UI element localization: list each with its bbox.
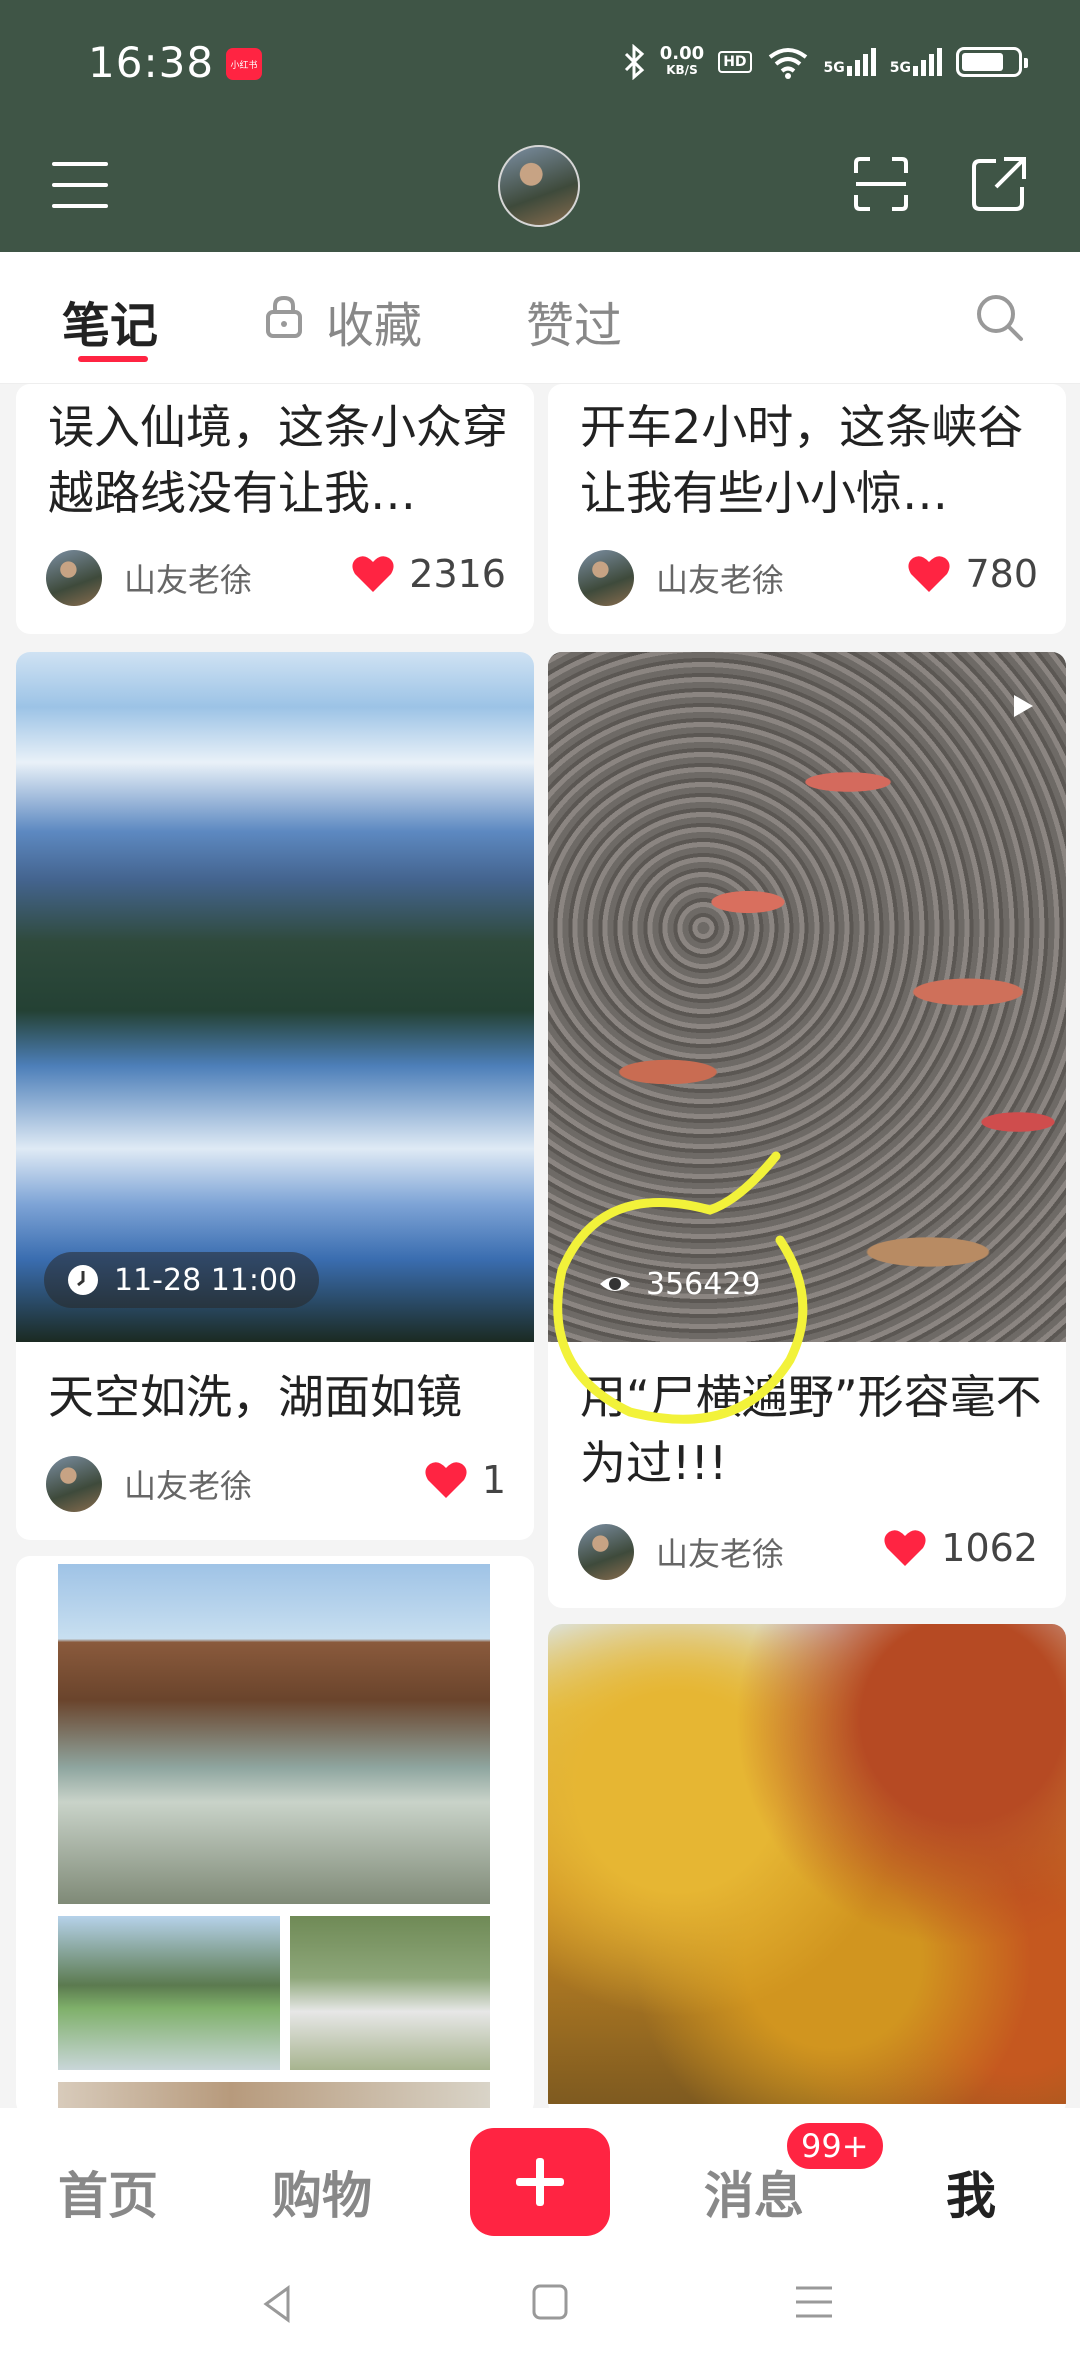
share-icon[interactable] [970,155,1028,213]
note-card[interactable]: 开车2小时，这条峡谷让我有些小小惊… 山友老徐 780 [548,384,1066,634]
recent-apps-icon[interactable] [792,2282,836,2322]
note-author[interactable]: 山友老徐 [46,1456,252,1512]
net-speed-unit: KB/S [666,63,698,77]
note-card[interactable]: 误入仙境，这条小众穿越路线没有让我… 山友老徐 2316 [16,384,534,634]
plus-icon [516,2158,564,2206]
status-bar: 16:38 小红书 0.00 KB/S HD 5G 5G [0,0,1080,130]
author-avatar [578,1524,634,1580]
author-avatar [46,1456,102,1512]
signal-icon-1: 5G [824,48,876,76]
note-author[interactable]: 山友老徐 [46,550,252,606]
view-count: 356429 [646,1266,761,1302]
note-title: 误入仙境，这条小众穿越路线没有让我… [48,400,508,520]
tab-liked[interactable]: 赞过 [526,286,622,356]
like-count: 2316 [409,552,506,596]
app-notification-icon: 小红书 [226,48,262,80]
like-button[interactable]: 1062 [883,1526,1038,1570]
search-icon[interactable] [974,292,1026,344]
heart-icon [425,1462,467,1498]
heart-icon [908,556,951,592]
back-icon[interactable] [256,2282,300,2326]
like-button[interactable]: 780 [907,552,1038,596]
profile-tabs: 笔记 收藏 赞过 [0,252,1080,384]
tab-notes[interactable]: 笔记 [62,286,158,356]
signal-label-1: 5G [823,60,845,76]
top-bar: 16:38 小红书 0.00 KB/S HD 5G 5G [0,0,1080,252]
like-button[interactable]: 2316 [351,552,506,596]
nav-me[interactable]: 我 [946,2156,996,2228]
home-icon[interactable] [530,2282,570,2322]
like-count: 780 [965,552,1038,596]
author-name: 山友老徐 [656,561,785,599]
add-note-button[interactable] [470,2128,610,2236]
note-cover-image [548,652,1066,1342]
note-cover-image [16,652,534,1342]
net-speed: 0.00 KB/S [659,43,705,78]
note-cover-image [548,1624,1066,2104]
post-time: 11-28 11:00 [114,1262,298,1298]
profile-avatar[interactable] [498,145,580,227]
author-avatar [46,550,102,606]
status-time: 16:38 [88,38,215,87]
post-time-pill: 11-28 11:00 [44,1252,320,1308]
like-count: 1062 [941,1526,1038,1570]
nav-messages[interactable]: 消息 [704,2156,804,2228]
note-card[interactable]: 356429 用“尸横遍野”形容毫不为过!!! 山友老徐 1062 [548,652,1066,1608]
bottom-nav: 首页 购物 消息 99+ 我 [0,2108,1080,2258]
status-icons: 0.00 KB/S HD 5G 5G [624,43,1028,80]
note-cover-image [58,1564,490,2116]
author-avatar [578,550,634,606]
hamburger-icon[interactable] [52,162,108,208]
bluetooth-icon [624,44,644,80]
system-nav-bar [0,2258,1080,2376]
lock-icon [266,295,302,338]
author-name: 山友老徐 [124,1467,253,1505]
tab-active-indicator [78,356,148,362]
clock-icon [68,1265,98,1295]
scan-icon[interactable] [852,155,910,213]
hd-icon: HD [718,51,752,73]
wifi-icon [768,48,807,79]
heart-icon [884,1530,926,1566]
nav-home[interactable]: 首页 [58,2156,158,2228]
author-name: 山友老徐 [656,1535,785,1573]
note-card[interactable] [548,1624,1066,2116]
heart-icon [352,556,394,592]
note-title: 天空如洗，湖面如镜 [48,1370,462,1424]
note-title: 开车2小时，这条峡谷让我有些小小惊… [580,400,1024,520]
note-card[interactable]: 11-28 11:00 天空如洗，湖面如镜 山友老徐 1 [16,652,534,1540]
like-count: 1 [481,1458,506,1502]
like-button[interactable]: 1 [424,1458,506,1502]
video-play-icon [1014,695,1033,717]
view-count-pill: 356429 [576,1256,783,1312]
eye-icon [600,1277,630,1291]
note-card[interactable] [16,1556,534,2116]
message-badge: 99+ [784,2120,886,2172]
nav-shop[interactable]: 购物 [272,2156,372,2228]
battery-icon [956,47,1028,77]
signal-icon-2: 5G [890,48,942,76]
signal-label-2: 5G [889,60,911,76]
tab-favorites[interactable]: 收藏 [326,286,422,356]
author-name: 山友老徐 [124,561,253,599]
note-author[interactable]: 山友老徐 [578,1524,784,1580]
note-author[interactable]: 山友老徐 [578,550,784,606]
note-title: 用“尸横遍野”形容毫不为过!!! [580,1370,1042,1490]
net-speed-value: 0.00 [659,43,705,64]
